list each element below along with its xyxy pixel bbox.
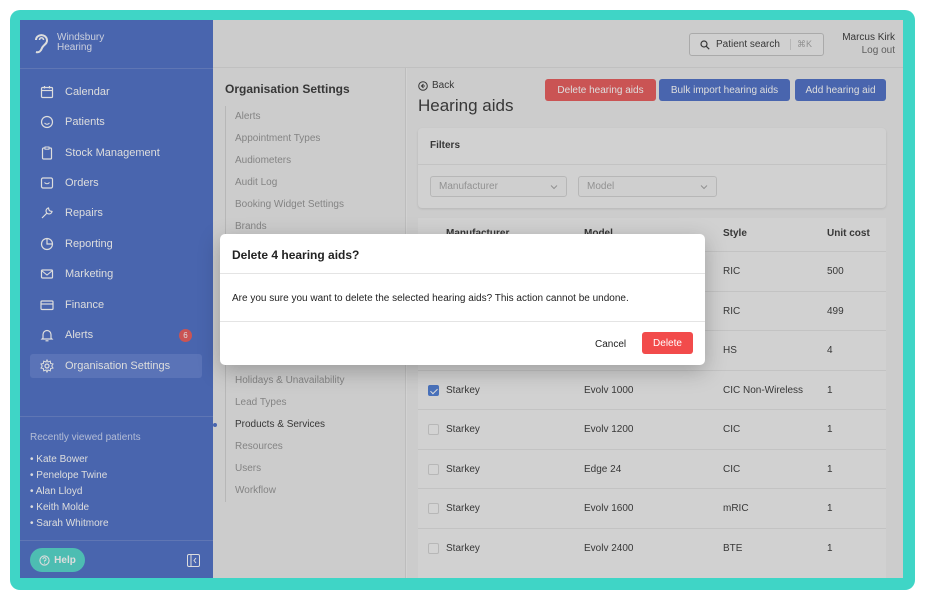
dialog-message: Are you sure you want to delete the sele…: [232, 293, 629, 304]
confirm-delete-button[interactable]: Delete: [642, 332, 693, 354]
delete-confirm-dialog: Delete 4 hearing aids? Are you sure you …: [220, 234, 705, 365]
dialog-divider: [220, 273, 705, 274]
dialog-title: Delete 4 hearing aids?: [232, 248, 360, 262]
dialog-divider: [220, 321, 705, 322]
app-window: Windsbury Hearing Calendar Patients Stoc…: [20, 20, 903, 578]
cancel-button[interactable]: Cancel: [595, 339, 626, 350]
